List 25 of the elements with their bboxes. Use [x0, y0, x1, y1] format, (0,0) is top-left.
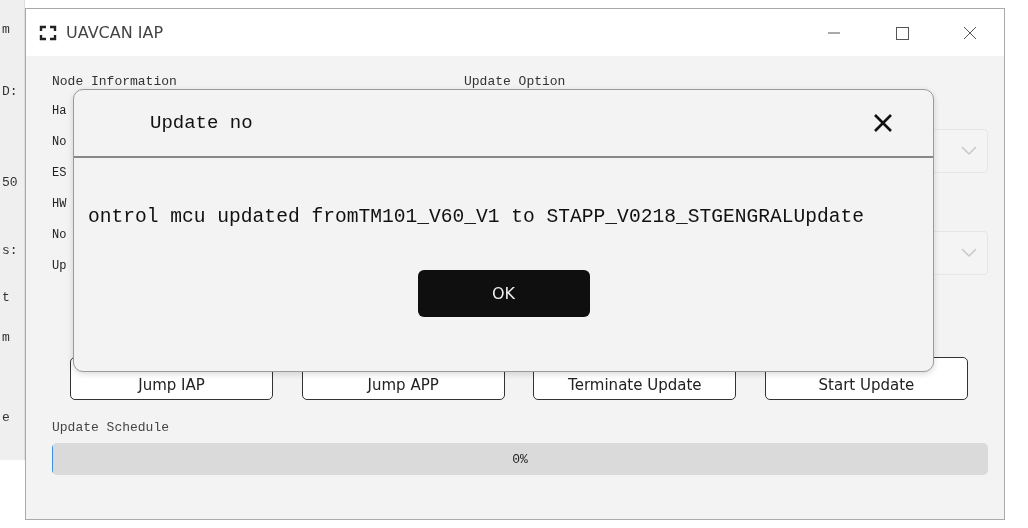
section-heading: Node Information — [52, 74, 178, 89]
dialog-title: Update no — [150, 112, 253, 134]
field-label: No — [52, 135, 68, 151]
field-label: HW — [52, 197, 68, 213]
background-window-text: m — [2, 22, 10, 37]
ok-button[interactable]: OK — [417, 270, 590, 317]
field-label: No — [52, 228, 68, 244]
background-window-text: t — [2, 290, 10, 305]
background-window-text: m — [2, 330, 10, 345]
background-window-text: D: — [2, 84, 18, 99]
progress-label: Update Schedule — [52, 420, 171, 435]
chevron-down-icon — [961, 146, 977, 156]
field-label: Up — [52, 259, 68, 275]
background-window-text: e — [2, 410, 10, 425]
progress-reading: 0% — [512, 451, 528, 467]
background-window-text: 50 — [2, 175, 18, 190]
window-title: UAVCAN IAP — [66, 23, 164, 42]
chevron-down-icon — [961, 248, 977, 258]
field-label: Ha — [52, 104, 68, 120]
background-window-text: s: — [2, 243, 18, 258]
dialog-message: ontrol mcu updated fromTM101_V60_V1 to STAPP_V0218_STGENGRALUpdate — [88, 206, 865, 228]
section-heading: Update Option — [464, 74, 566, 89]
field-label: ES — [52, 166, 68, 182]
close-icon[interactable] — [873, 113, 893, 133]
app-logo-icon — [38, 23, 58, 42]
